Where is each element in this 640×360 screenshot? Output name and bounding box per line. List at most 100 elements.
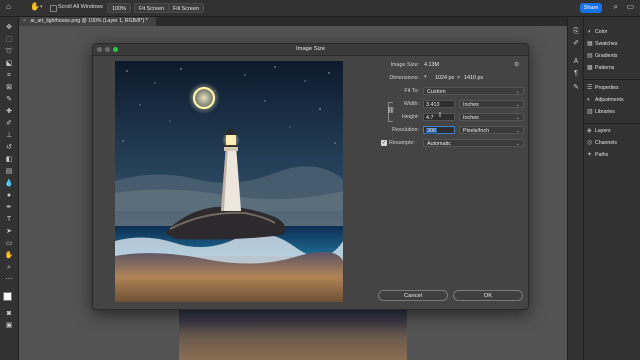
quick-mask-icon[interactable]: ◙ <box>4 309 14 318</box>
dodge-tool-icon[interactable]: ● <box>4 191 14 200</box>
glyphs-panel-icon[interactable]: ✎ <box>571 83 581 92</box>
path-selection-tool-icon[interactable]: ➤ <box>4 227 14 236</box>
panel-channels[interactable]: ◎ Channels <box>587 139 617 148</box>
height-unit-select[interactable]: Inches ⌄ <box>459 113 524 121</box>
panel-adjustments[interactable]: ◐ Adjustments <box>587 96 624 105</box>
link-chain-icon[interactable]: ⛓ <box>387 107 395 114</box>
libraries-icon: ▥ <box>587 109 593 115</box>
right-panel-dock: ◑ Color ▦ Swatches ▤ Gradients ▩ Patterns ☰ P… <box>583 17 640 360</box>
resolution-input[interactable]: 300 <box>423 126 455 134</box>
crop-tool-icon[interactable]: ⌗ <box>4 71 14 80</box>
image-size-dialog: Image Size Image Size: 4.13M ⚙ Dimension… <box>92 43 529 310</box>
home-icon[interactable]: ⌂ <box>6 2 11 11</box>
adjustments-icon: ◐ <box>587 97 591 103</box>
panel-paths[interactable]: ✦ Paths <box>587 151 608 160</box>
scroll-all-windows-label: Scroll All Windows <box>58 4 103 10</box>
paragraph-panel-icon[interactable]: ¶ <box>571 69 581 78</box>
foreground-color-swatch[interactable] <box>3 292 12 301</box>
resample-label: Resample: <box>389 140 415 146</box>
more-tools-icon[interactable]: ⋯ <box>4 275 14 284</box>
hand-tool-icon[interactable]: ✋ <box>30 2 40 11</box>
fill-screen-button[interactable]: Fill Screen <box>168 3 204 13</box>
channels-icon: ◎ <box>587 140 593 146</box>
marquee-tool-icon[interactable]: ⬚ <box>4 35 14 44</box>
spot-healing-tool-icon[interactable]: ✚ <box>4 107 14 116</box>
lighthouse-preview-image <box>115 61 343 302</box>
document-tab[interactable]: × ai_art_lighthouse.png @ 100% (Layer 1,… <box>19 17 156 26</box>
settings-gear-icon[interactable]: ⚙ <box>514 61 519 68</box>
dimensions-height-value: 1410 px <box>464 75 484 81</box>
collapsed-panels-strip: ⎘ ✐ A ¶ ✎ <box>567 17 583 360</box>
width-input[interactable]: 3.413 <box>423 100 455 108</box>
resample-checkbox[interactable]: ✓ <box>381 140 387 146</box>
dimensions-width-value: 1024 px <box>435 75 455 81</box>
frame-tool-icon[interactable]: ⊠ <box>4 83 14 92</box>
panel-divider <box>584 123 640 124</box>
object-select-tool-icon[interactable]: ⬕ <box>4 59 14 68</box>
panel-swatches[interactable]: ▦ Swatches <box>587 40 618 49</box>
blur-tool-icon[interactable]: 💧 <box>4 179 14 188</box>
scroll-all-windows-checkbox[interactable] <box>50 5 57 12</box>
history-panel-icon[interactable]: ⎘ <box>571 27 581 36</box>
tool-preset-chevron-icon[interactable]: ▾ <box>40 4 43 10</box>
resample-method-value: Automatic <box>427 141 451 147</box>
history-brush-tool-icon[interactable]: ↺ <box>4 143 14 152</box>
clone-stamp-tool-icon[interactable]: ⊥ <box>4 131 14 140</box>
chevron-down-icon: ⌄ <box>515 102 520 108</box>
document-canvas[interactable] <box>179 310 407 360</box>
hand-tool-sidebar-icon[interactable]: ✋ <box>4 251 14 260</box>
move-tool-icon[interactable]: ✥ <box>4 23 14 32</box>
height-label: Height: <box>401 114 419 120</box>
search-icon[interactable]: ⌕ <box>614 2 618 12</box>
cancel-button[interactable]: Cancel <box>378 290 448 301</box>
resolution-unit-value: Pixels/Inch <box>463 128 490 134</box>
screen-mode-icon[interactable]: ▣ <box>4 321 14 330</box>
fit-to-select-value: Custom <box>427 89 446 95</box>
panel-patterns[interactable]: ▩ Patterns <box>587 64 614 73</box>
dialog-title: Image Size <box>296 46 325 52</box>
rectangle-tool-icon[interactable]: ▭ <box>4 239 14 248</box>
chevron-down-icon: ⌄ <box>515 115 520 121</box>
patterns-icon: ▩ <box>587 65 593 71</box>
brush-settings-icon[interactable]: ✐ <box>571 39 581 48</box>
zoom-tool-icon[interactable]: ⌕ <box>4 263 14 272</box>
panel-libraries[interactable]: ▥ Libraries <box>587 108 615 117</box>
brush-tool-icon[interactable]: ✐ <box>4 119 14 128</box>
fit-to-select[interactable]: Custom ⌄ <box>423 87 524 95</box>
tools-panel: ✥ ⬚ ➰ ⬕ ⌗ ⊠ ✎ ✚ ✐ ⊥ ↺ ◧ ▤ 💧 ● ✒ T ➤ ▭ ✋ … <box>0 17 19 360</box>
width-unit-select[interactable]: Inches ⌄ <box>459 100 524 108</box>
pen-tool-icon[interactable]: ✒ <box>4 203 14 212</box>
zoom-100-button[interactable]: 100% <box>107 3 132 13</box>
document-tab-bar: × ai_art_lighthouse.png @ 100% (Layer 1,… <box>19 17 567 26</box>
image-size-value: 4.13M <box>424 62 439 68</box>
height-unit-value: Inches <box>463 115 479 121</box>
image-preview[interactable] <box>115 61 343 302</box>
workspace-icon[interactable]: ▭ <box>626 2 634 11</box>
eyedropper-tool-icon[interactable]: ✎ <box>4 95 14 104</box>
resample-method-select[interactable]: Automatic ⌄ <box>423 139 524 147</box>
chevron-down-icon: ⌄ <box>515 128 520 134</box>
type-tool-icon[interactable]: T <box>4 215 14 224</box>
gradient-tool-icon[interactable]: ▤ <box>4 167 14 176</box>
fit-screen-button[interactable]: Fit Screen <box>134 3 170 13</box>
document-tab-title: ai_art_lighthouse.png @ 100% (Layer 1, R… <box>30 18 148 24</box>
width-unit-value: Inches <box>463 102 479 108</box>
panel-properties[interactable]: ☰ Properties <box>587 84 619 93</box>
gradients-icon: ▤ <box>587 53 593 59</box>
eraser-tool-icon[interactable]: ◧ <box>4 155 14 164</box>
panel-gradients[interactable]: ▤ Gradients <box>587 52 618 61</box>
ok-button[interactable]: OK <box>453 290 523 301</box>
lasso-tool-icon[interactable]: ➰ <box>4 47 14 56</box>
panel-divider <box>584 79 640 80</box>
dimensions-unit-chevron-icon[interactable]: ▾ <box>424 74 427 80</box>
character-panel-icon[interactable]: A <box>571 57 581 66</box>
share-button[interactable]: Share <box>580 3 602 13</box>
image-size-label: Image Size: <box>390 62 419 68</box>
close-tab-icon[interactable]: × <box>23 18 26 24</box>
resolution-unit-select[interactable]: Pixels/Inch ⌄ <box>459 126 524 134</box>
dimensions-times: × <box>457 75 461 81</box>
layers-icon: ◈ <box>587 128 592 134</box>
panel-color[interactable]: ◑ Color <box>587 28 607 37</box>
paths-icon: ✦ <box>587 152 593 158</box>
panel-layers[interactable]: ◈ Layers <box>587 127 611 136</box>
